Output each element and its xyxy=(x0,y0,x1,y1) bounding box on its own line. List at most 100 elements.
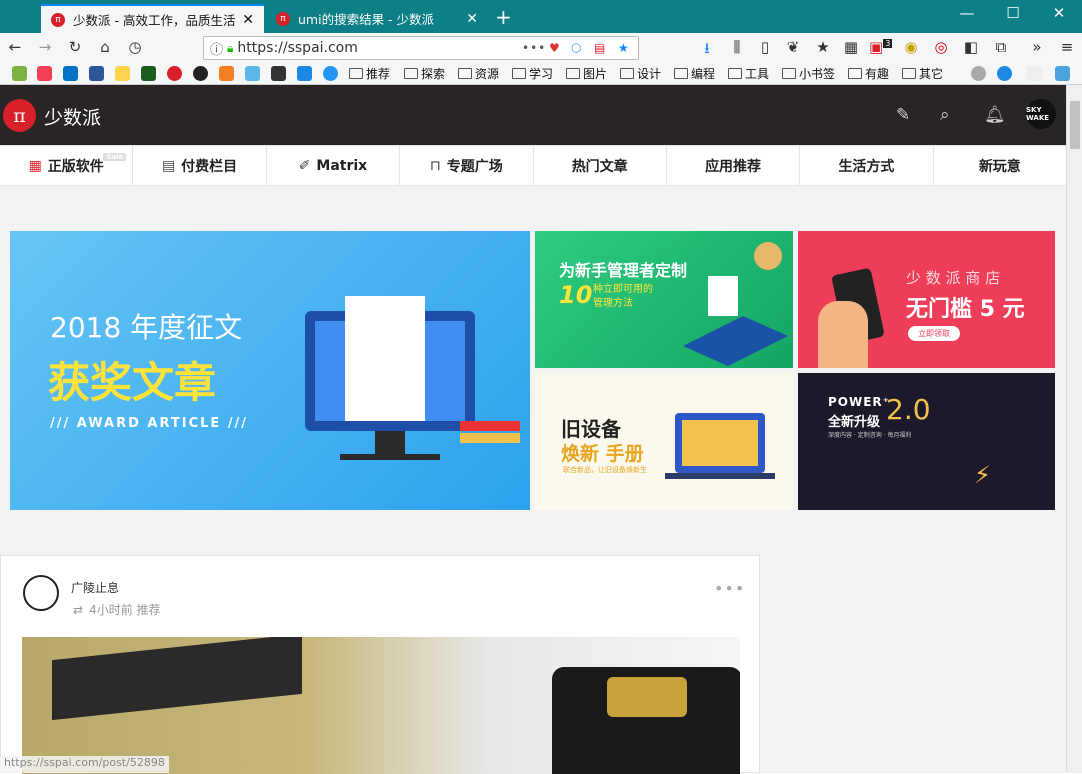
evernote-bookmark-icon[interactable] xyxy=(12,66,27,81)
bookmark-folder[interactable]: 探索 xyxy=(404,65,445,82)
nav-paid-columns[interactable]: ▤ 付费栏目 xyxy=(133,146,267,185)
bookmark-folder[interactable]: 编程 xyxy=(674,65,715,82)
b3-button[interactable]: 立即领取 xyxy=(908,326,960,341)
nav-new-gadgets[interactable]: 新玩意 xyxy=(934,146,1066,185)
info-icon[interactable]: ⓘ xyxy=(210,39,223,58)
hamburger-menu-icon[interactable]: ≡ xyxy=(1056,38,1078,56)
ext-red-icon[interactable]: ▤ xyxy=(594,41,605,55)
close-tab-icon[interactable]: ✕ xyxy=(466,11,478,27)
page-actions-icon[interactable]: ••• xyxy=(522,41,546,55)
sspai-logo[interactable]: π xyxy=(3,99,36,132)
bookmark-folder[interactable]: 图片 xyxy=(566,65,607,82)
library-icon[interactable]: ⫼ xyxy=(726,38,748,56)
outlook-bookmark-icon[interactable] xyxy=(63,66,78,81)
clipboard-icon: ▤ xyxy=(161,157,176,174)
stackoverflow-bookmark-icon[interactable] xyxy=(219,66,234,81)
overflow-menu-icon[interactable]: » xyxy=(1026,38,1048,56)
back-icon[interactable]: ← xyxy=(4,38,26,56)
bell-icon[interactable]: 🔔︎ xyxy=(984,105,1006,125)
pocket-icon[interactable]: ♥ xyxy=(549,41,560,55)
edit-icon[interactable]: ✎ xyxy=(896,105,910,125)
folder-icon xyxy=(782,68,796,79)
scrollbar[interactable] xyxy=(1066,85,1082,773)
bookmark-t-icon[interactable] xyxy=(1055,66,1070,81)
author-name[interactable]: 广陵止息 xyxy=(71,579,119,596)
extension-badge-icon[interactable]: ▣ 3 xyxy=(869,38,893,56)
banner-sub: /// AWARD ARTICLE /// xyxy=(50,416,249,431)
bookmark-folder[interactable]: 小书签 xyxy=(782,65,835,82)
scrollbar-thumb[interactable] xyxy=(1070,101,1080,149)
address-bar[interactable]: ⓘ 🔒︎ https://sspai.com ••• ♥ ⬡ ▤ ★ xyxy=(203,36,639,60)
history-icon[interactable]: ◷ xyxy=(124,38,146,56)
bookmark-icon[interactable] xyxy=(115,66,130,81)
reload-icon[interactable]: ↻ xyxy=(64,38,86,56)
feed-card[interactable]: 广陵止息 ⇄ 4小时前 推荐 ••• xyxy=(0,555,760,774)
bookmark-folder[interactable]: 设计 xyxy=(620,65,661,82)
bookmark-r-icon[interactable] xyxy=(141,66,156,81)
nav-matrix[interactable]: ✐ Matrix xyxy=(267,146,401,185)
folder-icon xyxy=(728,68,742,79)
bookmark-folder[interactable]: 其它 xyxy=(902,65,943,82)
bookmark-icon[interactable] xyxy=(997,66,1012,81)
extension-window-icon[interactable]: ◧ xyxy=(960,38,982,56)
search-icon[interactable]: ⌕ xyxy=(940,105,950,125)
banner-store[interactable]: 少 数 派 商 店 无门槛 5 元 立即领取 xyxy=(798,231,1055,368)
sidebar-icon[interactable]: ▯ xyxy=(754,38,776,56)
more-options-icon[interactable]: ••• xyxy=(714,579,745,598)
post-cover-image[interactable] xyxy=(22,637,740,774)
qrcode-icon[interactable]: ▦ xyxy=(840,38,862,56)
bookmark-icon[interactable] xyxy=(297,66,312,81)
minimize-button[interactable]: — xyxy=(952,4,982,22)
url-text[interactable]: https://sspai.com xyxy=(237,40,357,56)
nav-hot-articles[interactable]: 热门文章 xyxy=(534,146,667,185)
category-nav: ▦ 正版软件 Sale ▤ 付费栏目 ✐ Matrix ⊓ 专题广场 热门文章 应用推荐 … xyxy=(0,145,1066,186)
close-window-button[interactable]: ✕ xyxy=(1044,4,1074,22)
ext-cube-icon[interactable]: ⬡ xyxy=(571,41,581,55)
bookmark-icon[interactable] xyxy=(971,66,986,81)
evernote-icon[interactable]: ❦ xyxy=(782,38,804,56)
nav-topics[interactable]: ⊓ 专题广场 xyxy=(400,146,534,185)
extension-copy-icon[interactable]: ⧉ xyxy=(990,38,1012,56)
nav-lifestyle[interactable]: 生活方式 xyxy=(800,146,934,185)
star-icon[interactable]: ★ xyxy=(812,38,834,56)
folder-icon xyxy=(848,68,862,79)
banner-title: 获奖文章 xyxy=(48,358,217,407)
banner-award-article[interactable]: 2018 年度征文 获奖文章 /// AWARD ARTICLE /// xyxy=(10,231,530,510)
bookmark-folder[interactable]: 工具 xyxy=(728,65,769,82)
home-icon[interactable]: ⌂ xyxy=(94,38,116,56)
pocket-bookmark-icon[interactable] xyxy=(37,66,52,81)
tab-sspai-home[interactable]: π 少数派 - 高效工作，品质生活 ✕ xyxy=(41,4,264,33)
banner-device-renew[interactable]: 旧设备 焕新 手册 联合新品，让旧设备焕新生 xyxy=(535,373,793,510)
author-avatar[interactable] xyxy=(23,575,59,611)
globe-bookmark-icon[interactable] xyxy=(323,66,338,81)
tab-search-results[interactable]: π umi的搜索结果 - 少数派 ✕ xyxy=(266,4,488,33)
close-tab-icon[interactable]: ✕ xyxy=(242,12,254,28)
github-bookmark-icon[interactable] xyxy=(193,66,208,81)
maximize-button[interactable]: ☐ xyxy=(998,4,1028,22)
sale-tag: Sale xyxy=(103,153,127,161)
site-logo-text[interactable]: 少数派 xyxy=(44,103,101,130)
avatar[interactable]: SKY WAKE xyxy=(1026,99,1056,129)
bookmark-folder[interactable]: 有趣 xyxy=(848,65,889,82)
banner-power[interactable]: POWER⁺ 全新升级 2.0 深度内容 · 定制咨询 · 每月福利 ⚡︎ xyxy=(798,373,1055,510)
cloud-bookmark-icon[interactable] xyxy=(245,66,260,81)
bookmark-folder[interactable]: 资源 xyxy=(458,65,499,82)
bookmark-icon[interactable] xyxy=(89,66,104,81)
forward-icon[interactable]: → xyxy=(34,38,56,56)
new-tab-button[interactable]: + xyxy=(495,4,512,30)
bookmark-icon[interactable] xyxy=(1027,66,1042,81)
office-illustration xyxy=(683,242,788,366)
box-icon: ⊓ xyxy=(429,157,441,174)
b3-title: 无门槛 5 元 xyxy=(906,297,1025,322)
bookmark-folder[interactable]: 学习 xyxy=(512,65,553,82)
download-icon[interactable]: ⭳ xyxy=(696,38,718,63)
extension-glasses-icon[interactable]: ◎ xyxy=(930,38,952,56)
bookmark-star-icon[interactable]: ★ xyxy=(618,41,629,55)
nav-software[interactable]: ▦ 正版软件 Sale xyxy=(0,146,134,185)
sspai-bookmark-icon[interactable] xyxy=(167,66,182,81)
bookmark-icon[interactable] xyxy=(271,66,286,81)
nav-app-recommend[interactable]: 应用推荐 xyxy=(667,146,801,185)
banner-manager[interactable]: 为新手管理者定制 10 种立即可用的 管理方法 xyxy=(535,231,793,368)
extension-icon[interactable]: ◉ xyxy=(900,38,922,56)
bookmark-folder[interactable]: 推荐 xyxy=(349,65,390,82)
